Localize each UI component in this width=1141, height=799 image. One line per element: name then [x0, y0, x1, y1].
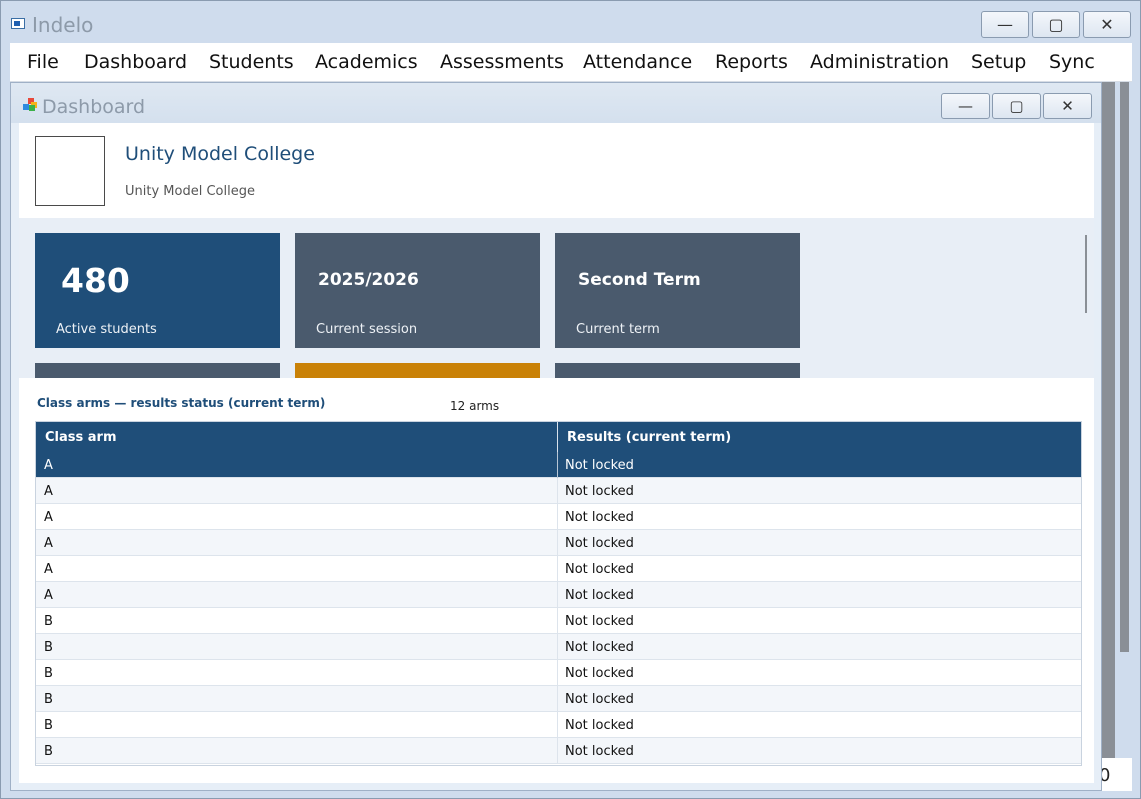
- dashboard-title-bar: Dashboard — ▢ ✕: [11, 83, 1101, 123]
- menu-assessments[interactable]: Assessments: [440, 51, 564, 73]
- table-row[interactable]: A Not locked: [36, 452, 1081, 478]
- cell-class-arm: B: [44, 614, 53, 629]
- cell-class-arm: A: [44, 562, 53, 577]
- stat-tiles: 480 Active students 2025/2026 Current se…: [19, 218, 1094, 378]
- close-icon: ✕: [1061, 97, 1074, 115]
- tile-value: 480: [61, 261, 130, 300]
- cell-class-arm: A: [44, 484, 53, 499]
- tiles-scrollbar-thumb[interactable]: [1085, 235, 1087, 313]
- tile-active-students[interactable]: 480 Active students: [35, 233, 280, 348]
- cell-class-arm: B: [44, 744, 53, 759]
- title-bar: Indelo — ▢ ✕: [1, 1, 1140, 43]
- menu-file[interactable]: File: [27, 51, 59, 73]
- cell-results-status: Not locked: [565, 640, 634, 655]
- tiles-scrollbar[interactable]: [1078, 218, 1094, 378]
- school-logo: [35, 136, 105, 206]
- cell-class-arm: B: [44, 666, 53, 681]
- table-row[interactable]: B Not locked: [36, 686, 1081, 712]
- cell-results-status: Not locked: [565, 692, 634, 707]
- tile-row2-1[interactable]: [35, 363, 280, 378]
- cell-results-status: Not locked: [565, 510, 634, 525]
- table-row[interactable]: A Not locked: [36, 478, 1081, 504]
- cell-results-status: Not locked: [565, 718, 634, 733]
- table-row[interactable]: A Not locked: [36, 504, 1081, 530]
- close-button[interactable]: ✕: [1083, 11, 1131, 38]
- table-row[interactable]: B Not locked: [36, 738, 1081, 764]
- dashboard-content: Unity Model College Unity Model College …: [19, 123, 1094, 783]
- close-icon: ✕: [1100, 15, 1114, 34]
- cell-class-arm: A: [44, 536, 53, 551]
- dashboard-window: Dashboard — ▢ ✕ Unity Model College Unit…: [10, 82, 1102, 791]
- cell-results-status: Not locked: [565, 588, 634, 603]
- grid-rows: A Not locked A Not locked A Not locked A Not lo…: [36, 452, 1081, 764]
- cell-class-arm: B: [44, 640, 53, 655]
- table-row[interactable]: A Not locked: [36, 582, 1081, 608]
- class-arms-grid[interactable]: Class arm Results (current term) A Not lo…: [35, 421, 1082, 766]
- maximize-button[interactable]: ▢: [1032, 11, 1080, 38]
- school-header: Unity Model College Unity Model College: [19, 123, 1094, 218]
- cell-results-status: Not locked: [565, 614, 634, 629]
- cell-results-status: Not locked: [565, 536, 634, 551]
- menu-reports[interactable]: Reports: [715, 51, 788, 73]
- arms-count: 12 arms: [450, 399, 500, 413]
- cell-results-status: Not locked: [565, 744, 634, 759]
- cell-results-status: Not locked: [565, 458, 634, 473]
- cell-results-status: Not locked: [565, 562, 634, 577]
- dashboard-title: Dashboard: [42, 96, 146, 118]
- tile-label: Current term: [576, 322, 660, 337]
- table-row[interactable]: A Not locked: [36, 556, 1081, 582]
- minimize-button[interactable]: —: [981, 11, 1029, 38]
- tile-row2-2[interactable]: [295, 363, 540, 378]
- table-row[interactable]: B Not locked: [36, 634, 1081, 660]
- app-title: Indelo: [32, 13, 94, 37]
- tile-current-session[interactable]: 2025/2026 Current session: [295, 233, 540, 348]
- cell-class-arm: A: [44, 458, 53, 473]
- maximize-icon: ▢: [1009, 97, 1024, 115]
- minimize-icon: —: [958, 97, 973, 115]
- section-title: Class arms — results status (current ter…: [37, 396, 326, 410]
- menu-administration[interactable]: Administration: [810, 51, 949, 73]
- tile-value: 2025/2026: [318, 270, 419, 290]
- cell-results-status: Not locked: [565, 666, 634, 681]
- menu-academics[interactable]: Academics: [315, 51, 418, 73]
- main-window: Indelo — ▢ ✕ File Dashboard Students Aca…: [0, 0, 1141, 799]
- tile-row2-3[interactable]: [555, 363, 800, 378]
- dashboard-minimize-button[interactable]: —: [941, 93, 990, 119]
- cell-results-status: Not locked: [565, 484, 634, 499]
- school-subtitle: Unity Model College: [125, 184, 255, 199]
- tile-value: Second Term: [578, 270, 701, 290]
- menu-students[interactable]: Students: [209, 51, 294, 73]
- app-icon: [11, 18, 25, 29]
- maximize-icon: ▢: [1048, 15, 1064, 34]
- menu-sync[interactable]: Sync: [1049, 51, 1095, 73]
- tile-current-term[interactable]: Second Term Current term: [555, 233, 800, 348]
- cell-class-arm: B: [44, 692, 53, 707]
- table-row[interactable]: A Not locked: [36, 530, 1081, 556]
- menu-setup[interactable]: Setup: [971, 51, 1026, 73]
- minimize-icon: —: [997, 15, 1013, 34]
- table-row[interactable]: B Not locked: [36, 660, 1081, 686]
- tile-label: Current session: [316, 322, 418, 337]
- dashboard-icon: [23, 98, 37, 111]
- mdi-scrollbar-thumb[interactable]: [1120, 82, 1129, 652]
- school-name: Unity Model College: [125, 143, 315, 165]
- table-row[interactable]: B Not locked: [36, 608, 1081, 634]
- dashboard-maximize-button[interactable]: ▢: [992, 93, 1041, 119]
- dashboard-close-button[interactable]: ✕: [1043, 93, 1092, 119]
- menu-dashboard[interactable]: Dashboard: [84, 51, 187, 73]
- table-row[interactable]: B Not locked: [36, 712, 1081, 738]
- cell-class-arm: A: [44, 510, 53, 525]
- mdi-scrollbar-track[interactable]: [1102, 82, 1115, 758]
- header-class-arm[interactable]: Class arm: [45, 430, 117, 445]
- class-arms-section: Class arms — results status (current ter…: [19, 378, 1094, 783]
- cell-class-arm: A: [44, 588, 53, 603]
- menu-bar: File Dashboard Students Academics Assess…: [10, 43, 1132, 82]
- tile-label: Active students: [56, 322, 157, 337]
- grid-header: Class arm Results (current term): [36, 422, 1081, 452]
- header-results[interactable]: Results (current term): [567, 430, 731, 445]
- menu-attendance[interactable]: Attendance: [583, 51, 692, 73]
- cell-class-arm: B: [44, 718, 53, 733]
